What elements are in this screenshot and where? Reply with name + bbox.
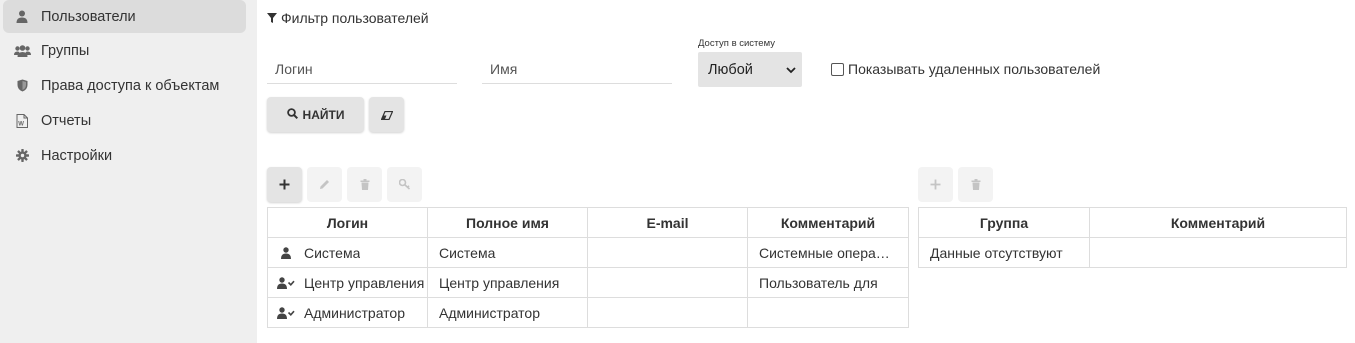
- add-group-button[interactable]: [918, 167, 953, 202]
- edit-user-button[interactable]: [307, 167, 342, 202]
- sidebar-item-label: Пользователи: [41, 8, 136, 25]
- column-header-email[interactable]: E-mail: [587, 207, 748, 238]
- fullname-cell[interactable]: Центр управления: [427, 267, 588, 298]
- email-cell[interactable]: [587, 297, 748, 328]
- shield-icon: [3, 79, 41, 92]
- column-header-comment[interactable]: Комментарий: [1089, 207, 1347, 238]
- name-filter-input[interactable]: [482, 54, 672, 84]
- sidebar-item-label: Права доступа к объектам: [41, 77, 220, 94]
- key-icon: [398, 177, 411, 193]
- show-deleted-checkbox[interactable]: [831, 62, 844, 76]
- find-button-label: НАЙТИ: [302, 107, 345, 122]
- gear-icon: [3, 149, 41, 162]
- sidebar-item-label: Настройки: [41, 147, 113, 164]
- sidebar-item-reports[interactable]: W Отчеты: [3, 104, 246, 137]
- fullname-cell[interactable]: Система: [427, 237, 588, 268]
- show-deleted-option[interactable]: Показывать удаленных пользователей: [831, 61, 1100, 77]
- login-text: Система: [304, 244, 361, 261]
- show-deleted-label: Показывать удаленных пользователей: [848, 61, 1101, 77]
- email-cell[interactable]: [587, 237, 748, 268]
- login-filter-input[interactable]: [267, 54, 457, 84]
- sidebar-item-groups[interactable]: Группы: [3, 34, 246, 67]
- empty-message: Данные отсутствуют: [918, 237, 1090, 268]
- sidebar-item-label: Группы: [41, 42, 90, 59]
- plus-icon: [279, 177, 290, 193]
- comment-cell[interactable]: Системные операции: [747, 237, 909, 268]
- users-table: Логин Полное имя E-mail Комментарий Сист…: [267, 207, 909, 328]
- main-content: Фильтр пользователей Доступ в систему Лю…: [257, 0, 1355, 343]
- eraser-icon: [380, 107, 393, 123]
- delete-group-button[interactable]: [958, 167, 993, 202]
- trash-icon: [360, 177, 370, 193]
- table-row[interactable]: Центр управления Центр управления Пользо…: [267, 267, 909, 298]
- user-icon: [3, 10, 41, 23]
- user-check-icon: [269, 306, 305, 319]
- table-row[interactable]: Администратор Администратор: [267, 297, 909, 328]
- user-check-icon: [269, 276, 305, 289]
- login-cell[interactable]: Центр управления: [267, 267, 428, 298]
- filter-title: Фильтр пользователей: [267, 10, 429, 26]
- filter-icon: [267, 10, 277, 26]
- add-user-button[interactable]: [267, 167, 302, 202]
- user-access-key-button[interactable]: [387, 167, 422, 202]
- sidebar: Пользователи Группы Права доступа к объе…: [0, 0, 257, 343]
- table-header-row: Логин Полное имя E-mail Комментарий: [267, 207, 909, 238]
- empty-cell: [1089, 237, 1347, 268]
- plus-icon: [930, 177, 941, 193]
- table-header-row: Группа Комментарий: [918, 207, 1347, 238]
- delete-user-button[interactable]: [347, 167, 382, 202]
- login-text: Центр управления: [304, 274, 425, 291]
- access-select[interactable]: Любой: [698, 52, 802, 87]
- sidebar-item-permissions[interactable]: Права доступа к объектам: [3, 69, 246, 102]
- chevron-down-icon: [786, 62, 796, 78]
- column-header-comment[interactable]: Комментарий: [747, 207, 909, 238]
- sidebar-item-users[interactable]: Пользователи: [3, 0, 246, 33]
- login-cell[interactable]: Система: [267, 237, 428, 268]
- table-row: Данные отсутствуют: [918, 237, 1347, 268]
- sidebar-item-label: Отчеты: [41, 112, 92, 129]
- table-row[interactable]: Система Система Системные операции: [267, 237, 909, 268]
- sidebar-item-settings[interactable]: Настройки: [3, 139, 246, 172]
- trash-icon: [971, 177, 981, 193]
- column-header-login[interactable]: Логин: [267, 207, 428, 238]
- pencil-icon: [319, 177, 330, 193]
- clear-filter-button[interactable]: [369, 97, 404, 132]
- users-icon: [3, 44, 41, 57]
- filter-title-text: Фильтр пользователей: [281, 10, 429, 26]
- login-cell[interactable]: Администратор: [267, 297, 428, 328]
- fullname-cell[interactable]: Администратор: [427, 297, 588, 328]
- find-button[interactable]: НАЙТИ: [267, 97, 364, 132]
- groups-table: Группа Комментарий Данные отсутствуют: [918, 207, 1347, 268]
- search-icon: [286, 107, 298, 122]
- email-cell[interactable]: [587, 267, 748, 298]
- report-icon: W: [3, 113, 41, 128]
- login-text: Администратор: [304, 304, 406, 321]
- user-icon: [269, 246, 305, 259]
- comment-cell[interactable]: Пользователь для: [747, 267, 909, 298]
- column-header-group[interactable]: Группа: [918, 207, 1090, 238]
- column-header-fullname[interactable]: Полное имя: [427, 207, 588, 238]
- comment-cell[interactable]: [747, 297, 909, 328]
- access-select-value: Любой: [708, 61, 753, 78]
- svg-text:W: W: [18, 121, 24, 127]
- access-label: Доступ в систему: [698, 38, 775, 49]
